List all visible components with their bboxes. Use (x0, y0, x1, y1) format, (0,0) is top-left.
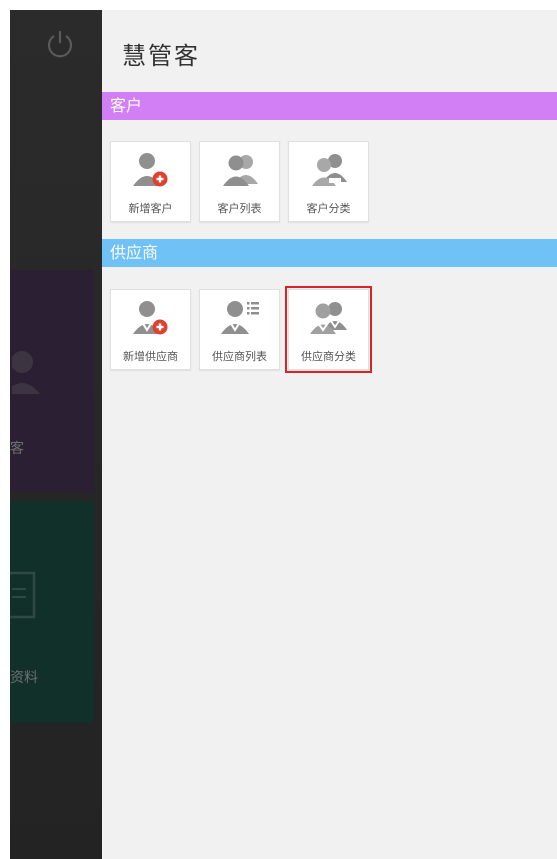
customer-list-icon (222, 155, 258, 186)
supplier-list-icon (220, 301, 259, 334)
drawer-title: 慧管客 (122, 42, 200, 70)
person-icon (12, 351, 40, 394)
customer-tiles: 新增客户 客户列表 客户分类 (110, 141, 369, 222)
supplier-tiles: 新增供应商 供应商列表 供应商分类 (110, 286, 372, 373)
background-data-label: 资料 (10, 670, 38, 686)
customer-category-label: 客户分类 (306, 202, 351, 215)
customer-list-label: 客户列表 (217, 202, 262, 215)
add-customer-label: 新增客户 (128, 202, 173, 215)
background-customer-tile[interactable]: 客 (10, 270, 94, 492)
supplier-category-icon (309, 302, 347, 334)
add-supplier-icon (132, 301, 167, 335)
customer-list-button[interactable]: 客户列表 (199, 141, 280, 222)
document-icon (10, 571, 36, 619)
supplier-category-label: 供应商分类 (301, 350, 356, 363)
section-header-customer: 客户 (102, 92, 557, 120)
customer-category-icon (311, 154, 347, 186)
supplier-category-button[interactable]: 供应商分类 (285, 286, 372, 373)
supplier-list-label: 供应商列表 (212, 350, 267, 363)
navigation-drawer: 慧管客 客户 新增客户 客户列表 客户分类 供应商 新增供应商 供应商列表 供应… (102, 10, 557, 859)
power-icon[interactable] (44, 28, 76, 60)
add-customer-icon (132, 153, 167, 187)
background-data-tile[interactable]: 资料 (10, 501, 94, 723)
background-customer-label: 客 (10, 441, 24, 457)
add-customer-button[interactable]: 新增客户 (110, 141, 191, 222)
add-supplier-label: 新增供应商 (123, 350, 178, 363)
customer-category-button[interactable]: 客户分类 (288, 141, 369, 222)
background-app: 客 资料 (10, 10, 102, 859)
supplier-list-button[interactable]: 供应商列表 (199, 289, 280, 370)
add-supplier-button[interactable]: 新增供应商 (110, 289, 191, 370)
section-header-supplier: 供应商 (102, 239, 557, 267)
